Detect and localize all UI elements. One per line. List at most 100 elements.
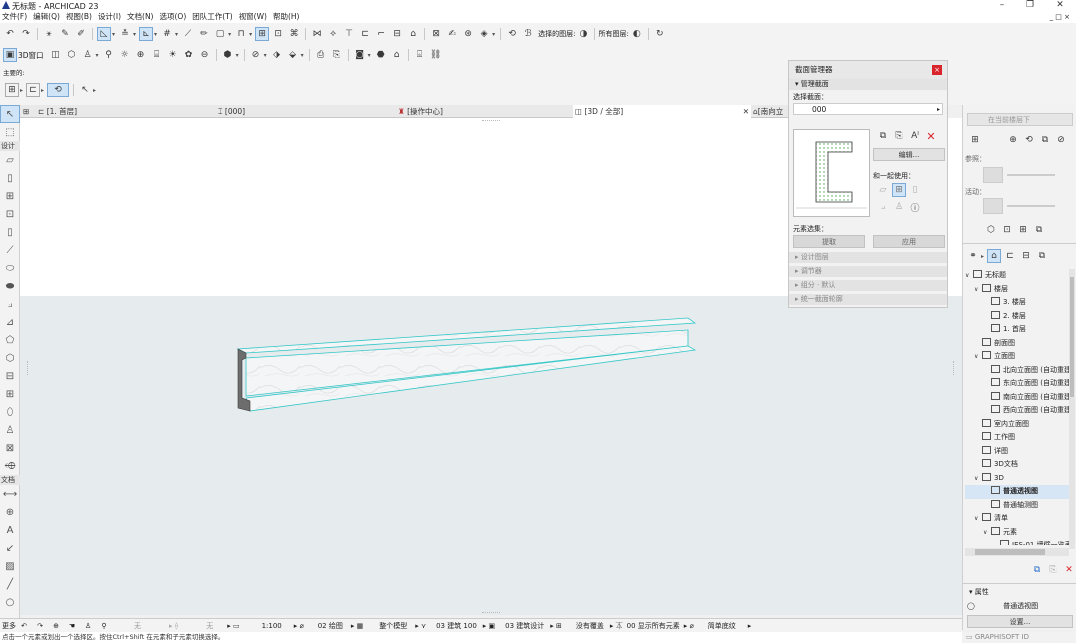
status-model[interactable]: 整个模型 xyxy=(379,619,407,633)
photo-icon[interactable]: ⌺ xyxy=(413,48,427,62)
roof-tool-icon[interactable]: ⬭ xyxy=(0,259,20,277)
door-tool-icon[interactable]: ▯ xyxy=(0,223,20,241)
status-building[interactable]: 03 建筑 100 xyxy=(436,619,477,633)
use-wall-icon[interactable]: ▱ xyxy=(876,183,890,197)
redo-icon[interactable]: ↷ xyxy=(19,27,33,41)
reference-slider[interactable] xyxy=(1007,174,1055,176)
eyedropper-icon[interactable]: ✎ xyxy=(58,27,72,41)
status-show[interactable]: 00 显示所有元素 xyxy=(627,619,680,633)
measure-icon[interactable]: ⟋ xyxy=(181,27,195,41)
delete-profile-icon[interactable]: ✕ xyxy=(924,129,938,143)
extract-button[interactable]: 提取 xyxy=(793,235,865,248)
dimension-tool-icon[interactable]: ⟷ xyxy=(0,485,20,503)
rename-profile-icon[interactable]: Aᴵ xyxy=(908,129,922,143)
navigator-item[interactable]: 北向立面图 (自动重建 xyxy=(965,364,1069,378)
status-none-2[interactable]: 无 xyxy=(206,619,213,633)
expand-toggle-icon[interactable]: ∨ xyxy=(974,350,982,364)
magic-wand-icon[interactable]: ⚹ xyxy=(42,27,56,41)
expand-toggle-icon[interactable]: ∨ xyxy=(974,283,982,297)
lamp-tool-icon[interactable]: ♙ xyxy=(0,421,20,439)
line-tool-icon[interactable]: ╱ xyxy=(0,575,20,593)
render-icon[interactable]: ⬣ xyxy=(374,48,388,62)
duplicate-profile-icon[interactable]: ⎘ xyxy=(892,129,906,143)
house-icon[interactable]: ⌂ xyxy=(390,48,404,62)
trace-camera-icon[interactable]: ⧉ xyxy=(1032,223,1046,237)
navigator-item[interactable]: 3D文档 xyxy=(965,458,1069,472)
zoom-icon[interactable]: ⚲ xyxy=(97,619,111,633)
level-dim-icon[interactable]: ⊕ xyxy=(0,503,20,521)
navigator-item[interactable]: 详图 xyxy=(965,445,1069,459)
object-tool-icon[interactable]: ⬯ xyxy=(0,403,20,421)
orbit-icon[interactable]: ☼ xyxy=(118,48,132,62)
guide-lines-icon[interactable]: ≛ xyxy=(118,27,132,41)
tracker-icon[interactable]: ⊏ xyxy=(26,83,41,97)
redo-view-icon[interactable]: ↷ xyxy=(33,619,47,633)
panel-close-button[interactable]: × xyxy=(932,65,942,75)
tab-south-elevation[interactable]: ⌂[南向立 xyxy=(753,105,783,118)
view-map-icon[interactable]: ⊏ xyxy=(1003,249,1017,263)
zoom-in-icon[interactable]: ⊕ xyxy=(49,619,63,633)
walk-view-icon[interactable]: ♙ xyxy=(81,619,95,633)
navigator-item[interactable]: 工作图 xyxy=(965,431,1069,445)
navigator-hscrollbar[interactable] xyxy=(965,548,1069,556)
navigator-item[interactable]: 2. 楼层 xyxy=(965,310,1069,324)
menu-window[interactable]: 视窗(W) xyxy=(239,11,267,23)
maximize-button[interactable]: ❐ xyxy=(1018,0,1042,11)
lock-icon[interactable]: ⊓ xyxy=(234,27,248,41)
filter-icon[interactable]: ⌸ xyxy=(150,48,164,62)
reset-ref-icon[interactable]: ⊘ xyxy=(1054,133,1068,147)
use-column-icon[interactable]: ▯ xyxy=(908,183,922,197)
roof-icon[interactable]: ⌂ xyxy=(406,27,420,41)
layout-book-icon[interactable]: ⊟ xyxy=(1019,249,1033,263)
export-icon[interactable]: ⎘ xyxy=(330,48,344,62)
tab-section[interactable]: ⌶ [000] xyxy=(218,105,245,118)
status-more-arrow[interactable]: ▸ xyxy=(748,619,752,633)
wall-tool-icon[interactable]: ▱ xyxy=(0,151,20,169)
walk-icon[interactable]: ♙ xyxy=(81,48,95,62)
orbit-mode-icon[interactable]: ⟲ xyxy=(47,83,70,97)
trace-ref-icon[interactable]: ⊞ xyxy=(968,133,982,147)
model-display-icon[interactable]: ⬢ xyxy=(221,48,235,62)
minimize-button[interactable]: – xyxy=(990,0,1014,11)
new-view-icon[interactable]: ⧉ xyxy=(1030,563,1044,577)
navigator-item[interactable]: 1. 首层 xyxy=(965,323,1069,337)
status-shading[interactable]: 简单底纹 xyxy=(708,619,736,633)
delete-view-icon[interactable]: ✕ xyxy=(1062,563,1076,577)
hatch-icon[interactable]: ⊛ xyxy=(461,27,475,41)
settings-button[interactable]: 设置... xyxy=(967,615,1073,628)
snap-points-icon[interactable]: ⊾ xyxy=(139,27,154,41)
status-override[interactable]: 没有覆盖 xyxy=(576,619,604,633)
layer-visibility-icon[interactable]: ◑ xyxy=(576,27,590,41)
components-section[interactable]: ▸ 组分 · 默认 xyxy=(789,280,947,291)
menu-document[interactable]: 文档(N) xyxy=(127,11,153,23)
beam-tool-icon[interactable]: ⊞ xyxy=(0,187,20,205)
arrow-select-icon[interactable]: ↖ xyxy=(78,83,92,97)
navigator-item[interactable]: 剖面图 xyxy=(965,337,1069,351)
railing-tool-icon[interactable]: ⊿ xyxy=(0,313,20,331)
unified-profile-section[interactable]: ▸ 统一截面轮廓 xyxy=(789,294,947,305)
snap-guide-icon[interactable]: ◺ xyxy=(97,27,111,41)
circle-tool-icon[interactable]: ○ xyxy=(0,593,20,611)
marquee-tool-icon[interactable]: ⬚ xyxy=(0,123,20,141)
navigator-menu-icon[interactable]: ⚭ xyxy=(966,249,980,263)
navigator-item[interactable]: ∨ 清单 xyxy=(965,512,1069,526)
navigator-item[interactable]: 东向立面图 (自动重建 xyxy=(965,377,1069,391)
adjust-icon[interactable]: ⟡ xyxy=(326,27,340,41)
navigator-scrollbar[interactable] xyxy=(1069,269,1075,549)
active-slider[interactable] xyxy=(1007,205,1055,207)
navigator-item[interactable]: ∨ 立面图 xyxy=(965,350,1069,364)
stair-icon[interactable]: ⊠ xyxy=(429,27,443,41)
navigator-item[interactable]: 西向立面图 (自动重建 xyxy=(965,404,1069,418)
tab-action-center[interactable]: ♜ [操作中心] xyxy=(398,105,443,118)
navigator-item[interactable]: 普通透视图 xyxy=(965,485,1069,499)
status-scale[interactable]: 1:100 xyxy=(262,619,282,633)
image-tool-icon[interactable]: ⊠ xyxy=(0,439,20,457)
camera-icon[interactable]: ◙ xyxy=(353,48,367,62)
info-icon[interactable]: ⓘ xyxy=(908,200,922,214)
menu-design[interactable]: 设计(I) xyxy=(98,11,121,23)
navigator-item[interactable]: 普通轴测图 xyxy=(965,499,1069,513)
tab-floor-plan[interactable]: ⊏ [1. 首层] xyxy=(38,105,77,118)
menu-help[interactable]: 帮助(H) xyxy=(273,11,300,23)
use-object-icon[interactable]: ♙ xyxy=(892,200,906,214)
layer-combination-icon[interactable]: ℬ xyxy=(521,27,535,41)
